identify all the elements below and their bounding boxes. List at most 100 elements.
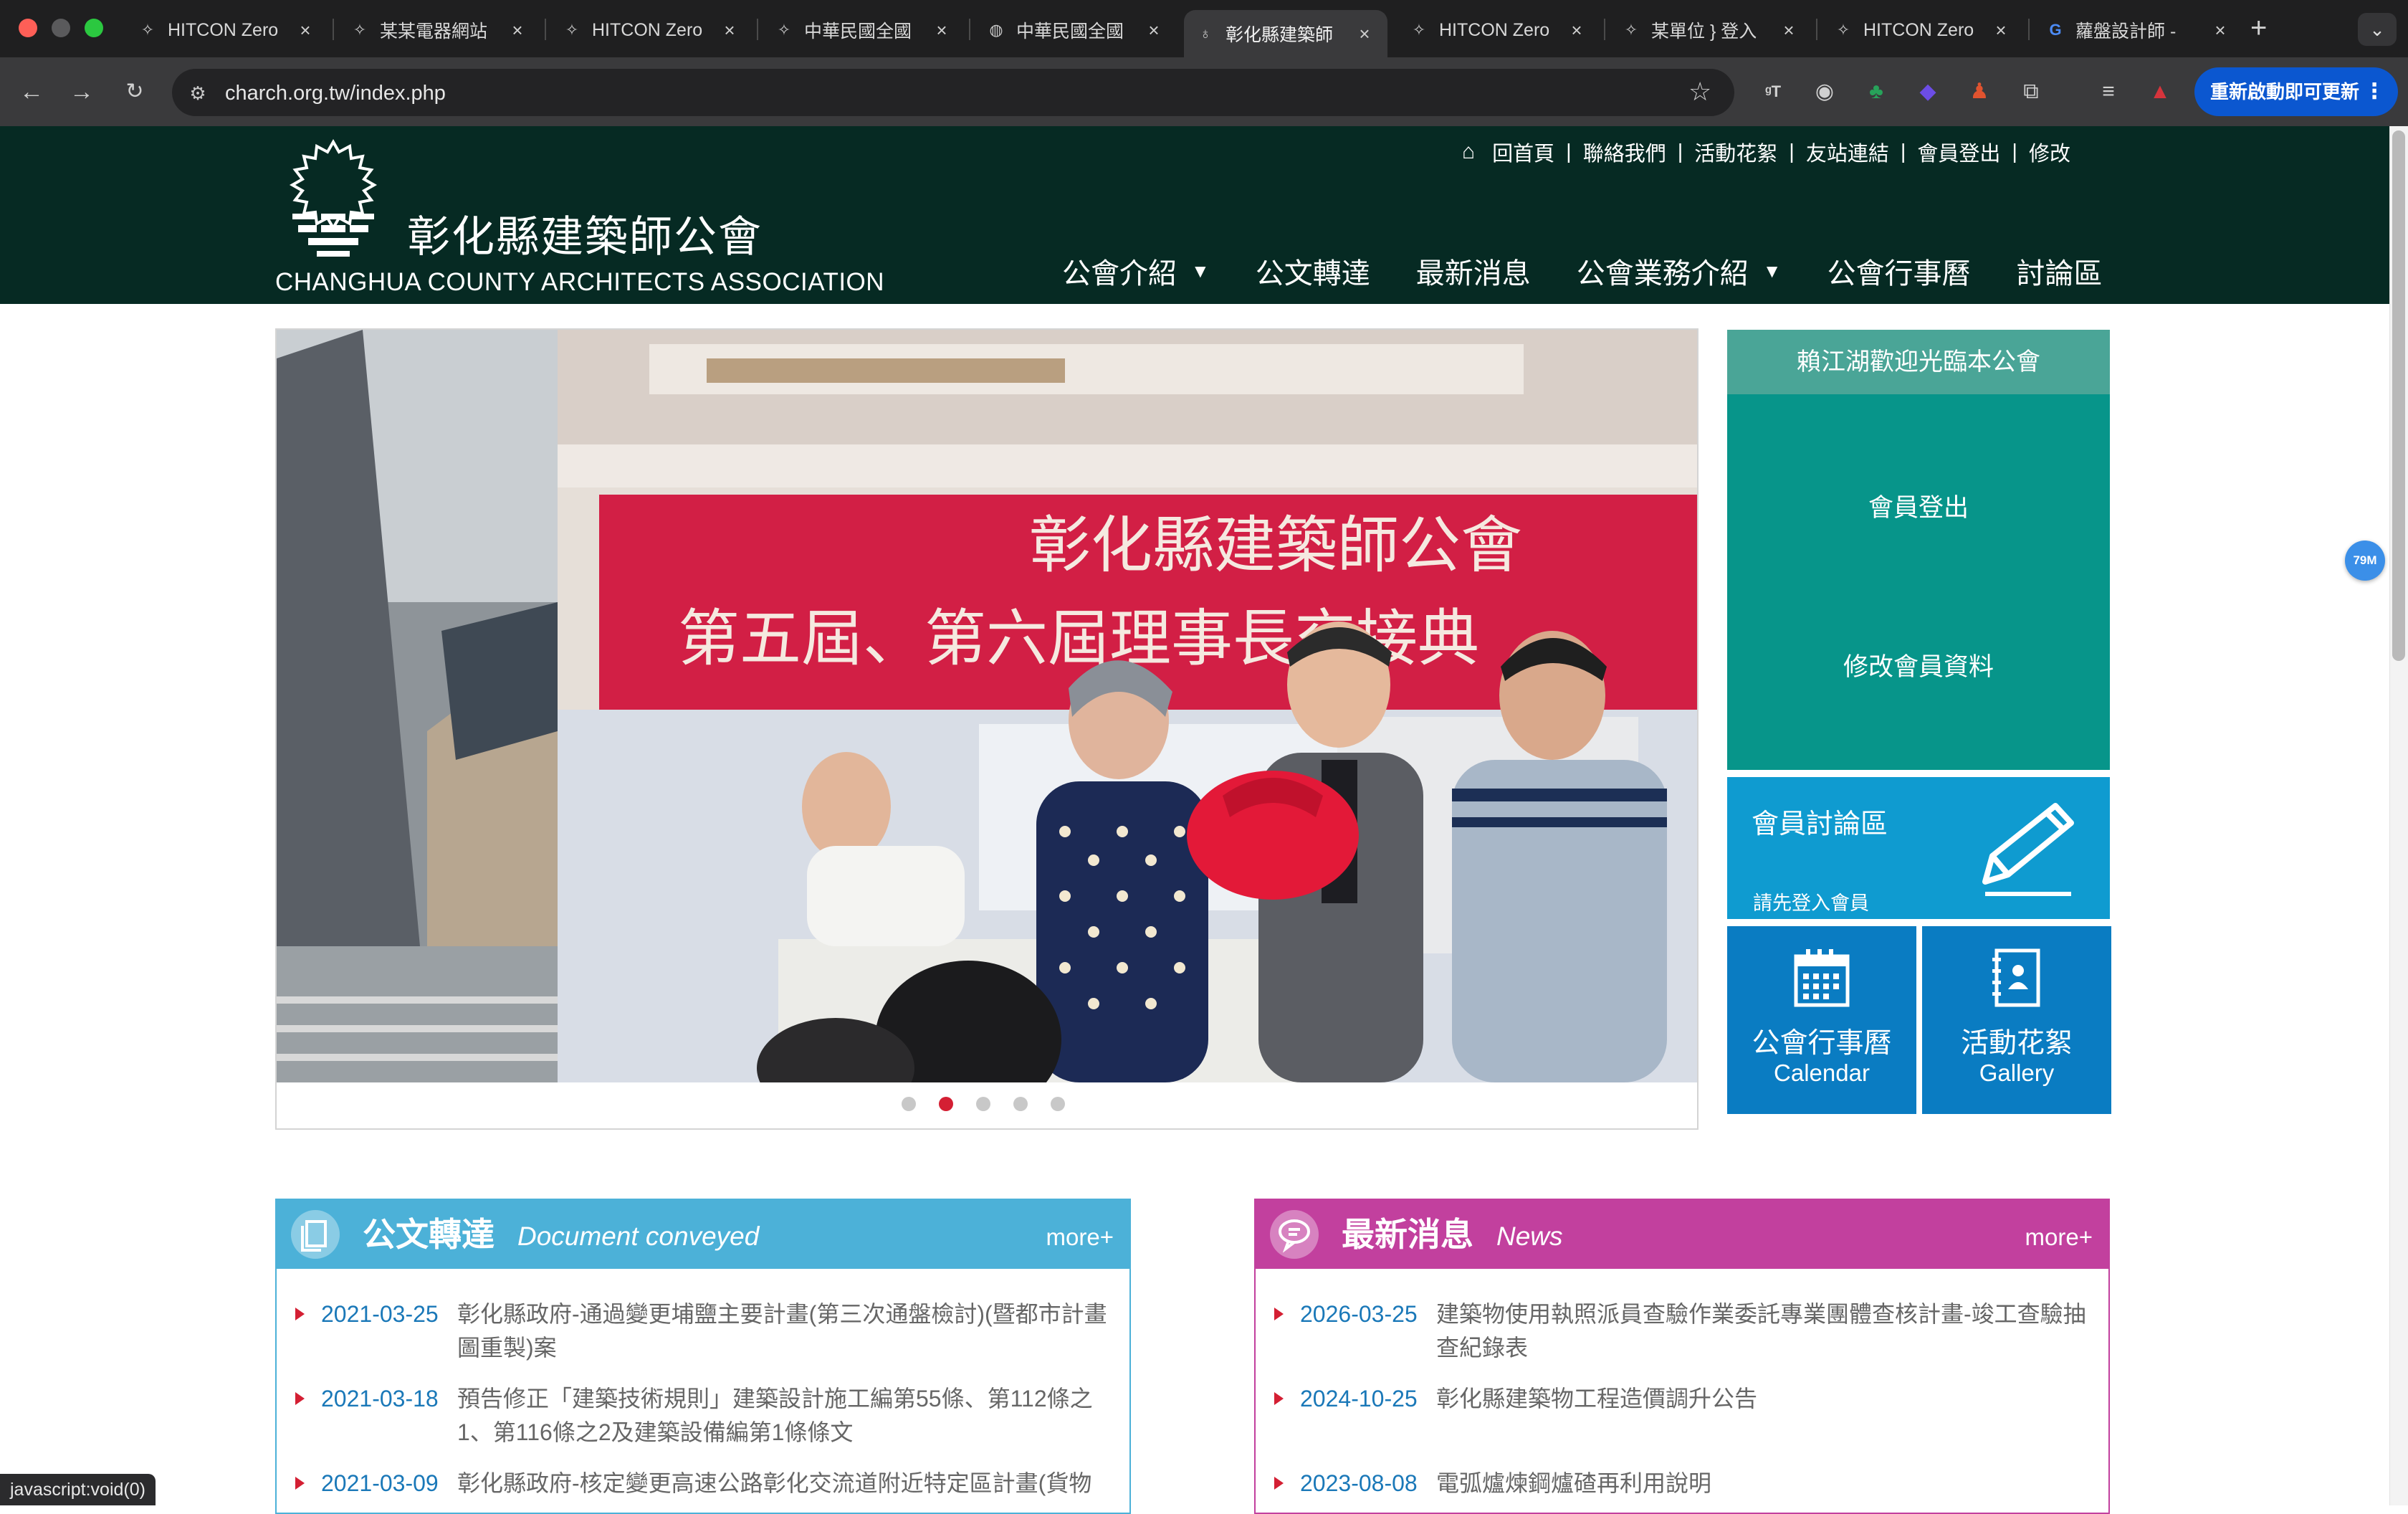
nav-item-services[interactable]: 公會業務介紹 ▼ xyxy=(1577,250,1782,292)
browser-tab[interactable]: ✧ 中華民國全國 × xyxy=(763,10,965,50)
extension-figure-icon[interactable]: ♟ xyxy=(1964,76,1995,108)
item-title[interactable]: 彰化縣政府-核定變更高速公路彰化交流道附近特定區計畫(貨物 xyxy=(457,1467,1112,1500)
close-tab-icon[interactable]: × xyxy=(1144,19,1164,42)
top-link-gallery[interactable]: 活動花絮 xyxy=(1688,137,1783,167)
nav-item-calendar[interactable]: 公會行事曆 xyxy=(1827,250,1970,292)
tab-separator xyxy=(333,19,334,40)
browser-tab[interactable]: ✧ 某單位 } 登入 × xyxy=(1610,10,1812,50)
minimize-window-button[interactable] xyxy=(52,19,70,37)
reading-list-icon[interactable]: ≡ xyxy=(2093,76,2124,108)
browser-tab[interactable]: ◍ 中華民國全國 × xyxy=(975,10,1177,50)
top-link-home[interactable]: 回首頁 xyxy=(1486,137,1560,167)
carousel-dot[interactable] xyxy=(1051,1097,1065,1111)
google-icon: G xyxy=(2049,21,2062,39)
top-link-logout[interactable]: 會員登出 xyxy=(1911,137,2006,167)
browser-tab[interactable]: G 蘿盤設計師 - × xyxy=(2034,10,2243,50)
close-tab-icon[interactable]: × xyxy=(507,19,527,42)
extension-panda-icon[interactable]: ◉ xyxy=(1809,76,1840,108)
hitcon-icon: ✧ xyxy=(353,21,367,39)
close-tab-icon[interactable]: × xyxy=(720,19,740,42)
nav-item-about[interactable]: 公會介紹 ▼ xyxy=(1062,250,1210,292)
close-tab-icon[interactable]: × xyxy=(1354,23,1375,45)
calendar-tile[interactable]: 公會行事曆 Calendar xyxy=(1727,926,1916,1114)
item-title[interactable]: 預告修正「建築技術規則」建築設計施工編第55條、第112條之1、第116條之2及… xyxy=(457,1382,1112,1449)
profile-avatar-icon[interactable]: ▲ xyxy=(2144,76,2176,108)
browser-tab[interactable]: ✧ HITCON Zero × xyxy=(1398,10,1600,50)
close-tab-icon[interactable]: × xyxy=(1779,19,1799,42)
item-title[interactable]: 彰化縣政府-通過變更埔鹽主要計畫(第三次通盤檢討)(暨都市計畫圖重製)案 xyxy=(457,1298,1112,1365)
top-link-contact[interactable]: 聯絡我們 xyxy=(1577,137,1672,167)
carousel-dot[interactable] xyxy=(902,1097,916,1111)
documents-more-link[interactable]: more+ xyxy=(1046,1222,1114,1253)
close-tab-icon[interactable]: × xyxy=(1567,19,1587,42)
news-title[interactable]: 最新消息 xyxy=(1342,1213,1473,1256)
documents-title[interactable]: 公文轉達 xyxy=(363,1213,494,1256)
link-divider: | xyxy=(2012,140,2017,163)
tab-title: 中華民國全國 xyxy=(804,22,912,42)
member-logout-link[interactable]: 會員登出 xyxy=(1727,487,2110,524)
back-icon[interactable]: ← xyxy=(14,75,49,109)
reload-icon[interactable]: ↻ xyxy=(118,75,152,109)
scrollbar-thumb[interactable] xyxy=(2392,130,2405,661)
browser-tab-active[interactable]: ♁ 彰化縣建築師 × xyxy=(1184,10,1387,57)
list-item[interactable]: 2023-08-08 電弧爐煉鋼爐碴再利用說明 xyxy=(1274,1467,2091,1503)
member-panel xyxy=(1727,394,2110,770)
new-tab-button[interactable]: + xyxy=(2250,10,2267,46)
extension-tree-icon[interactable]: ♣ xyxy=(1860,76,1892,108)
close-tab-icon[interactable]: × xyxy=(295,19,315,42)
gallery-tile[interactable]: 活動花絮 Gallery xyxy=(1922,926,2111,1114)
carousel-dot-active[interactable] xyxy=(939,1097,953,1111)
close-window-button[interactable] xyxy=(19,19,37,37)
item-title[interactable]: 建築物使用執照派員查驗作業委託專業團體查核計畫-竣工查驗抽查紀錄表 xyxy=(1436,1298,2091,1365)
extensions-puzzle-icon[interactable]: ⧉ xyxy=(2015,76,2047,108)
list-item[interactable]: 2024-10-25 彰化縣建築物工程造價調升公告 xyxy=(1274,1382,2091,1418)
site-title[interactable]: 彰化縣建築師公會 xyxy=(407,202,763,265)
item-title[interactable]: 電弧爐煉鋼爐碴再利用說明 xyxy=(1436,1467,2091,1500)
news-more-link[interactable]: more+ xyxy=(2025,1222,2093,1253)
site-settings-icon[interactable]: ⚙ xyxy=(183,79,212,108)
close-tab-icon[interactable]: × xyxy=(2210,19,2230,42)
item-date[interactable]: 2021-03-25 xyxy=(321,1298,439,1331)
browser-tab[interactable]: ✧ HITCON Zero × xyxy=(1822,10,2024,50)
item-date[interactable]: 2023-08-08 xyxy=(1300,1467,1418,1500)
bookmark-star-icon[interactable]: ☆ xyxy=(1688,76,1711,108)
home-icon[interactable]: ⌂ xyxy=(1462,140,1475,164)
document-icon xyxy=(291,1210,340,1259)
carousel-dot[interactable] xyxy=(1013,1097,1028,1111)
more-menu-icon[interactable]: ⋮ xyxy=(2364,67,2385,116)
extension-translate-icon[interactable]: ᵍT xyxy=(1757,76,1789,108)
close-tab-icon[interactable]: × xyxy=(932,19,952,42)
forward-icon[interactable]: → xyxy=(64,75,99,109)
nav-item-news[interactable]: 最新消息 xyxy=(1416,250,1531,292)
extension-diamond-icon[interactable]: ◆ xyxy=(1912,76,1944,108)
item-date[interactable]: 2021-03-18 xyxy=(321,1382,439,1416)
list-item[interactable]: 2021-03-09 彰化縣政府-核定變更高速公路彰化交流道附近特定區計畫(貨物 xyxy=(295,1467,1112,1503)
browser-tab[interactable]: ✧ HITCON Zero × xyxy=(550,10,752,50)
association-logo[interactable] xyxy=(272,136,394,265)
edit-profile-link[interactable]: 修改會員資料 xyxy=(1727,647,2110,683)
top-link-edit[interactable]: 修改 xyxy=(2023,137,2076,167)
item-date[interactable]: 2026-03-25 xyxy=(1300,1298,1418,1331)
list-item[interactable]: 2026-03-25 建築物使用執照派員查驗作業委託專業團體查核計畫-竣工查驗抽… xyxy=(1274,1298,2091,1369)
tab-search-button[interactable]: ⌄ xyxy=(2358,13,2397,46)
nav-item-documents[interactable]: 公文轉達 xyxy=(1256,250,1370,292)
browser-tab[interactable]: ✧ 某某電器網站 × xyxy=(338,10,540,50)
list-item[interactable]: 2021-03-18 預告修正「建築技術規則」建築設計施工編第55條、第112條… xyxy=(295,1382,1112,1454)
url-text[interactable]: charch.org.tw/index.php xyxy=(225,79,446,108)
relaunch-update-button[interactable]: 重新啟動即可更新 ⋮ xyxy=(2194,67,2398,116)
list-item[interactable]: 2021-03-25 彰化縣政府-通過變更埔鹽主要計畫(第三次通盤檢討)(暨都市… xyxy=(295,1298,1112,1369)
carousel-slide-photo[interactable]: 彰化縣建築師公會 第五屆、第六屆理事長交接典 xyxy=(277,330,1697,1082)
zoom-window-button[interactable] xyxy=(85,19,103,37)
browser-tab[interactable]: ✧ HITCON Zero × xyxy=(126,10,328,50)
nav-item-forum[interactable]: 討論區 xyxy=(2016,250,2102,292)
close-tab-icon[interactable]: × xyxy=(1991,19,2011,42)
top-link-friends[interactable]: 友站連結 xyxy=(1800,137,1895,167)
floating-badge[interactable]: 79M xyxy=(2345,541,2385,581)
item-date[interactable]: 2021-03-09 xyxy=(321,1467,439,1500)
calendar-tile-sublabel: Calendar xyxy=(1774,1060,1870,1086)
tab-title: HITCON Zero xyxy=(168,19,279,40)
item-title[interactable]: 彰化縣建築物工程造價調升公告 xyxy=(1436,1382,2091,1416)
item-date[interactable]: 2024-10-25 xyxy=(1300,1382,1418,1416)
carousel-dot[interactable] xyxy=(976,1097,990,1111)
carousel-dots xyxy=(902,1097,1088,1111)
